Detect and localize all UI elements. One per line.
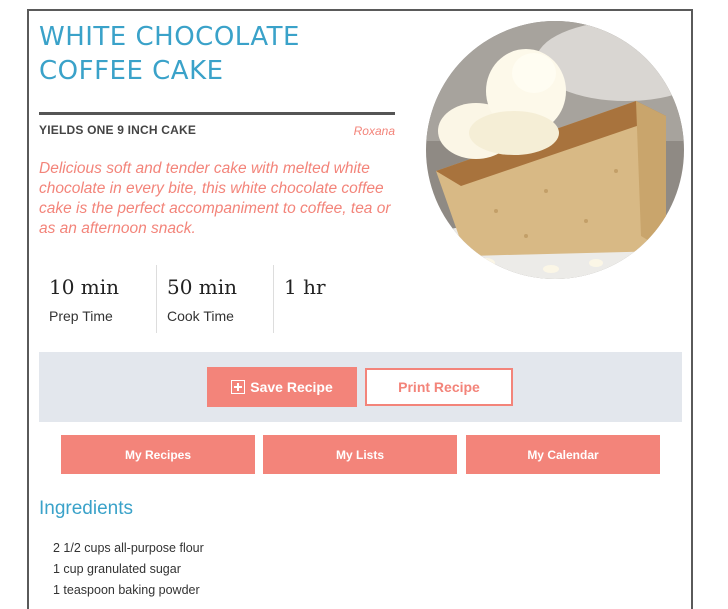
ingredients-list: 2 1/2 cups all-purpose flour 1 cup granu… xyxy=(53,538,204,601)
recipe-author[interactable]: Roxana xyxy=(330,124,395,138)
recipe-photo xyxy=(426,21,684,279)
plus-icon xyxy=(231,380,246,394)
prep-time-value: 10 min xyxy=(49,275,120,299)
ingredient-item: 2 1/2 cups all-purpose flour xyxy=(53,541,204,555)
save-recipe-label: Save Recipe xyxy=(250,379,333,395)
total-time-value: 1 hr xyxy=(284,275,326,299)
my-calendar-button[interactable]: My Calendar xyxy=(466,435,660,474)
title-divider xyxy=(39,112,395,115)
my-recipes-button[interactable]: My Recipes xyxy=(61,435,255,474)
recipe-actions: Save Recipe Print Recipe xyxy=(39,352,682,422)
total-time: 1 hr xyxy=(274,265,374,333)
recipe-yield: YIELDS ONE 9 INCH CAKE xyxy=(39,123,197,137)
cook-time-label: Cook Time xyxy=(167,308,234,324)
recipe-title: WHITE CHOCOLATE COFFEE CAKE xyxy=(39,22,300,86)
cook-time: 50 min Cook Time xyxy=(157,265,274,333)
cook-time-value: 50 min xyxy=(167,275,238,299)
print-recipe-button[interactable]: Print Recipe xyxy=(365,368,513,406)
save-recipe-button[interactable]: Save Recipe xyxy=(207,367,357,407)
prep-time: 10 min Prep Time xyxy=(39,265,157,333)
recipe-summary: Delicious soft and tender cake with melt… xyxy=(39,160,391,237)
ingredient-item: 1 cup granulated sugar xyxy=(53,562,181,576)
prep-time-label: Prep Time xyxy=(49,308,113,324)
my-lists-button[interactable]: My Lists xyxy=(263,435,457,474)
ingredients-heading: Ingredients xyxy=(39,498,134,519)
